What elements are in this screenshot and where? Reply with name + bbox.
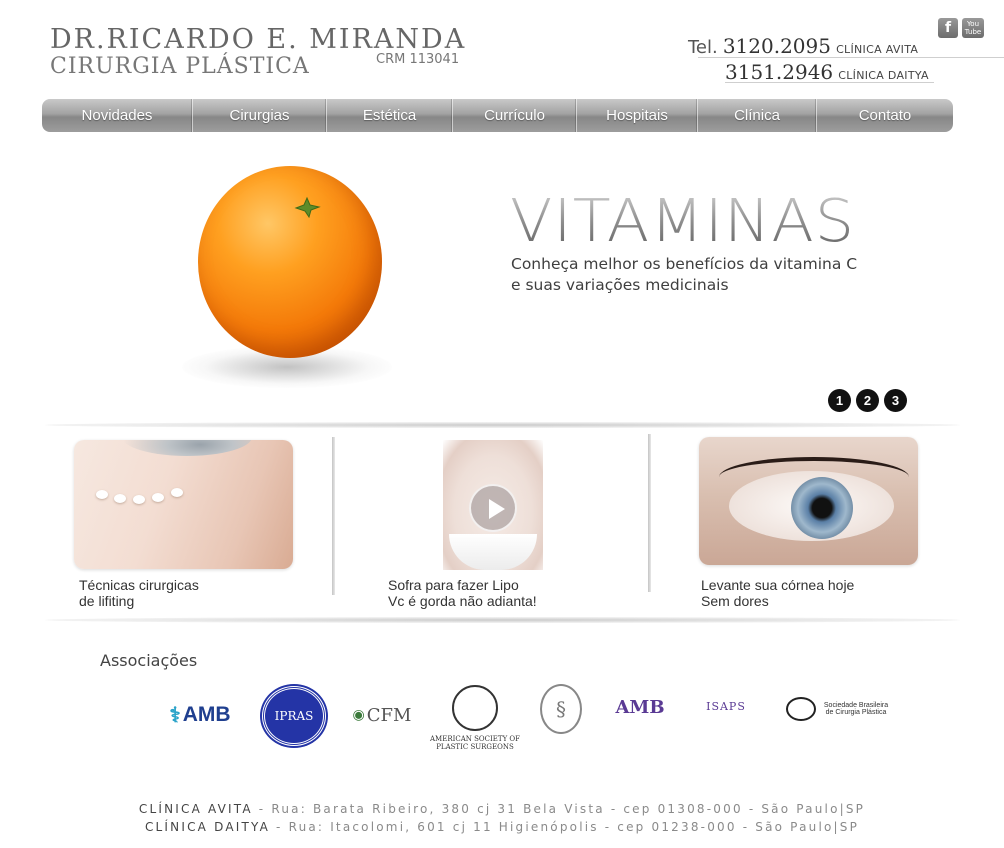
hero-orange-image	[172, 156, 412, 406]
cream-dot	[96, 490, 108, 499]
hero-caption-line: e suas variações medicinais	[511, 276, 729, 294]
phone-clinic-label: CLÍNICA DAITYA	[838, 69, 929, 82]
phone-number: 3120.2095	[722, 34, 831, 58]
slide-1-button[interactable]: 1	[828, 389, 851, 412]
hero-caption-line: Conheça melhor os benefícios da vitamina…	[511, 255, 858, 273]
nav-cirurgias[interactable]: Cirurgias	[193, 99, 327, 132]
amb-logo[interactable]: ⚕ AMB	[160, 700, 240, 730]
brief-shape	[449, 534, 537, 570]
youtube-icon[interactable]: You Tube	[962, 18, 984, 38]
footer-address-avita: CLÍNICA AVITA - Rua: Barata Ribeiro, 380…	[0, 802, 1004, 816]
asps-logo-line: AMERICAN SOCIETY OF	[430, 735, 521, 743]
cream-dot	[152, 493, 164, 502]
caduceus-icon: ⚕	[169, 703, 181, 727]
phone-divider	[725, 82, 934, 83]
orange-stem-icon	[294, 196, 321, 218]
eye-lash	[719, 457, 909, 497]
serpent-icon: §	[556, 697, 566, 721]
feature-caption-line: Sofra para fazer Lipo	[388, 577, 519, 593]
nav-hospitais[interactable]: Hospitais	[577, 99, 698, 132]
cream-dot	[171, 488, 183, 497]
nav-clinica[interactable]: Clínica	[698, 99, 817, 132]
phone-number: 3151.2946	[725, 60, 834, 84]
feature-caption-line: Técnicas cirurgicas	[79, 577, 199, 593]
specialty-title: CIRURGIA PLÁSTICA	[50, 54, 310, 79]
sbcp-mark-icon	[786, 697, 816, 721]
associations-title: Associações	[100, 651, 198, 670]
slider-pagination: 1 2 3	[828, 389, 907, 412]
orange-fruit	[198, 166, 382, 358]
nav-estetica[interactable]: Estética	[327, 99, 453, 132]
feature-separator	[648, 434, 651, 592]
feature-lifting-caption[interactable]: Técnicas cirurgicas de lifiting	[79, 577, 199, 609]
feature-separator	[332, 437, 335, 595]
nav-contato[interactable]: Contato	[817, 99, 953, 132]
feature-caption-line: de lifiting	[79, 593, 135, 609]
hero-title: VITAMINAS	[510, 186, 856, 256]
main-nav: Novidades Cirurgias Estética Currículo H…	[42, 99, 953, 132]
phone-prefix: Tel.	[688, 37, 718, 58]
phone-clinic-label: CLÍNICA AVITA	[836, 43, 919, 56]
youtube-icon-text-bottom: Tube	[964, 28, 982, 36]
phone-avita: Tel. 3120.2095 CLÍNICA AVITA	[688, 34, 918, 58]
crm-number: CRM 113041	[376, 52, 460, 67]
nav-curriculo[interactable]: Currículo	[453, 99, 577, 132]
nav-novidades[interactable]: Novidades	[42, 99, 193, 132]
phone-daitya: 3151.2946 CLÍNICA DAITYA	[725, 60, 929, 84]
feature-caption-line: Sem dores	[701, 593, 769, 609]
feature-caption-line: Vc é gorda não adianta!	[388, 593, 537, 609]
feature-lipo-caption[interactable]: Sofra para fazer Lipo Vc é gorda não adi…	[388, 577, 537, 609]
feature-cornea-image[interactable]	[699, 437, 918, 565]
ambh-logo[interactable]: AMB	[612, 689, 668, 725]
footer-clinic-name: CLÍNICA AVITA	[138, 802, 253, 816]
footer-address: - Rua: Itacolomi, 601 cj 11 Higienópolis…	[270, 820, 860, 834]
feature-lifting-image[interactable]	[74, 440, 293, 569]
feature-cornea-caption[interactable]: Levante sua córnea hoje Sem dores	[701, 577, 854, 609]
footer-address: - Rua: Barata Ribeiro, 380 cj 31 Bela Vi…	[252, 802, 866, 816]
feature-caption-line: Levante sua córnea hoje	[701, 577, 855, 593]
isaps-logo[interactable]: ISAPS	[690, 682, 762, 730]
footer-clinic-name: CLÍNICA DAITYA	[144, 820, 271, 834]
section-divider	[45, 422, 960, 428]
youtube-icon-text-top: You	[966, 20, 980, 28]
eye-lid-shape	[122, 440, 252, 456]
cream-dot	[133, 495, 145, 504]
amb-logo-text: AMB	[182, 703, 231, 726]
cfm-emblem-icon: ◉	[352, 707, 365, 723]
section-divider	[45, 617, 960, 623]
sbcp-logo-text: Sociedade Brasileira de Cirurgia Plástic…	[823, 702, 889, 716]
footer-address-daitya: CLÍNICA DAITYA - Rua: Itacolomi, 601 cj …	[0, 820, 1004, 834]
facebook-icon[interactable]: f	[938, 18, 958, 38]
slide-2-button[interactable]: 2	[856, 389, 879, 412]
phone-divider	[698, 57, 1004, 58]
cream-dot	[114, 494, 126, 503]
play-icon[interactable]	[469, 484, 517, 532]
doctor-name: DR.RICARDO E. MIRANDA	[50, 24, 467, 55]
ipras-logo[interactable]: IPRAS	[262, 686, 326, 746]
sbcp-logo[interactable]: Sociedade Brasileira de Cirurgia Plástic…	[786, 694, 892, 724]
feature-lipo-video[interactable]	[443, 440, 543, 570]
cfm-logo[interactable]: ◉ CFM	[348, 701, 416, 729]
asps-ring-icon	[452, 685, 498, 731]
hero-caption: Conheça melhor os benefícios da vitamina…	[511, 254, 911, 296]
asps-logo[interactable]: AMERICAN SOCIETY OF PLASTIC SURGEONS	[430, 684, 520, 752]
asps-logo-line: PLASTIC SURGEONS	[436, 743, 514, 751]
slide-3-button[interactable]: 3	[884, 389, 907, 412]
medical-seal-logo[interactable]: §	[540, 684, 582, 734]
cfm-logo-text: CFM	[366, 704, 412, 726]
